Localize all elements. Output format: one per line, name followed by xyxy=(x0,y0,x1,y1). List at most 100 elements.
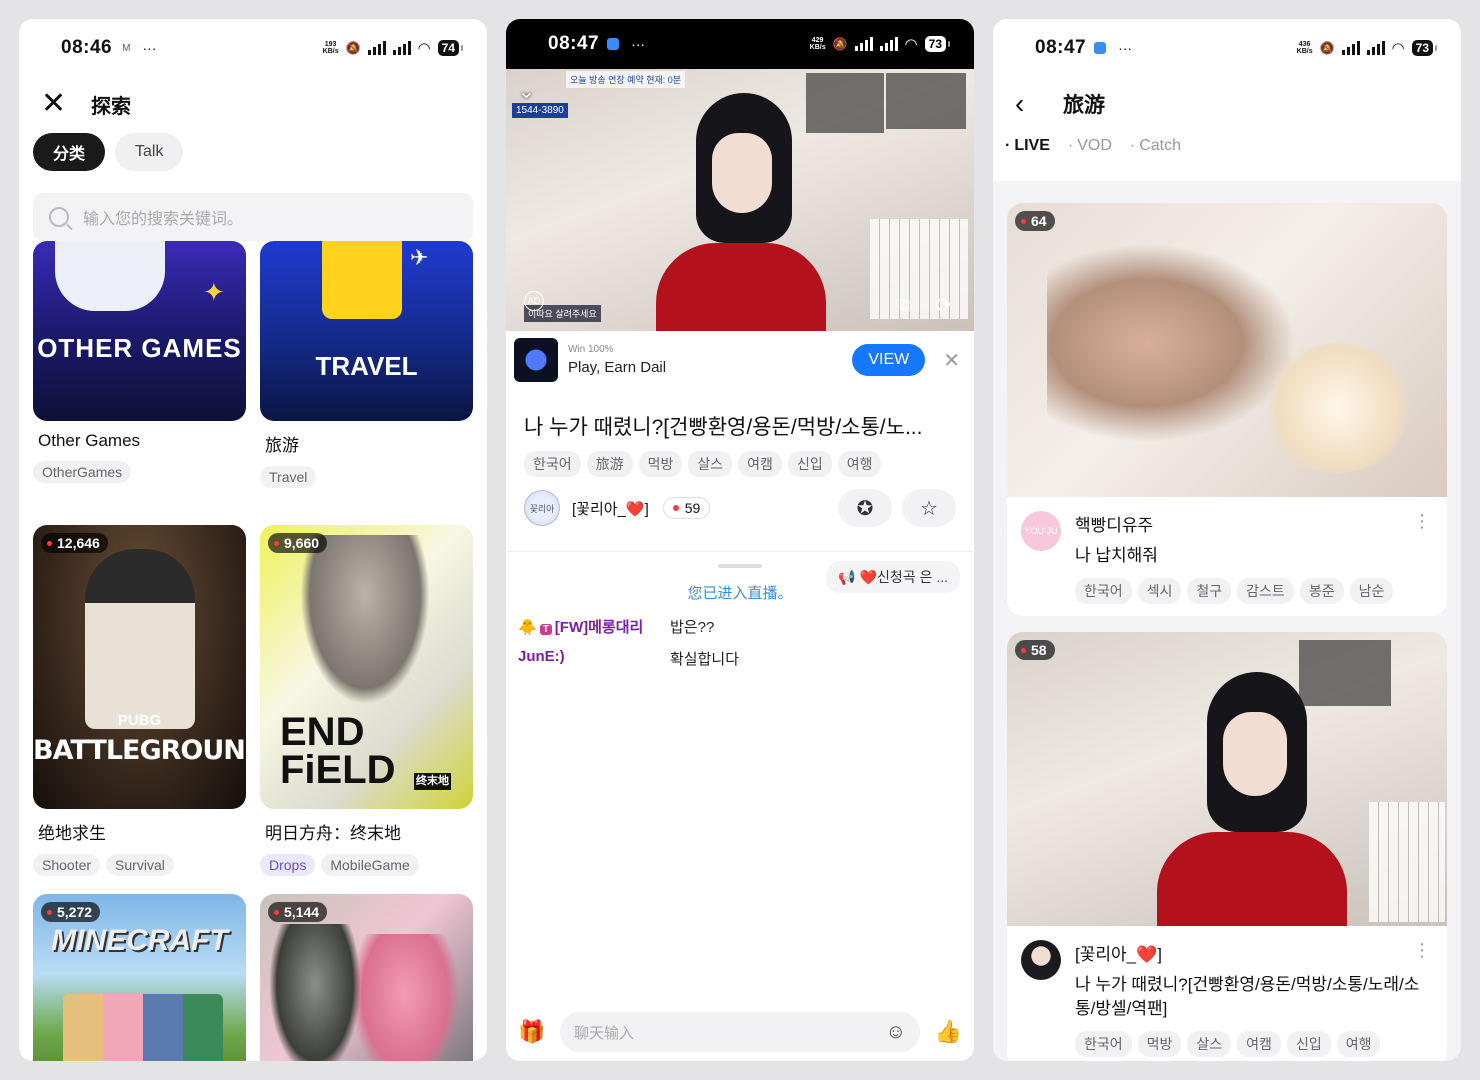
chevron-down-icon[interactable]: ⌄ xyxy=(518,79,535,104)
stream-tag[interactable]: 신입 xyxy=(1286,1031,1331,1057)
stream-card[interactable]: 64 YOU JU 핵빵디유주 나 납치해줘 한국어 섹시 철구 감스트 봉준 … xyxy=(1007,203,1447,616)
character-figure xyxy=(350,934,460,1061)
drag-handle[interactable] xyxy=(718,564,762,568)
stream-tag[interactable]: 여캠 xyxy=(1237,1031,1281,1057)
stream-overlay-panel xyxy=(886,73,966,129)
chat-message: 🐥 T [FW]메롱대리 밥은?? xyxy=(518,616,962,637)
stream-tag[interactable]: 여행 xyxy=(1336,1031,1381,1057)
category-tag[interactable]: Shooter xyxy=(33,854,101,876)
stream-tag[interactable]: 살스 xyxy=(688,451,733,477)
category-card-minecraft[interactable]: 5,272 MINECRAFT xyxy=(33,894,246,1061)
streamer-name[interactable]: [꽃리아_❤️] xyxy=(572,498,649,519)
ad-small-text: Win 100% xyxy=(568,344,614,355)
category-tag[interactable]: Travel xyxy=(260,466,317,488)
stream-card[interactable]: 58 [꽃리아_❤️] 나 누가 때렸니?[건빵환영/용돈/먹방/소통/노래/소… xyxy=(1007,632,1447,1061)
close-icon[interactable]: ✕ xyxy=(41,89,71,119)
app-icon xyxy=(607,38,620,50)
search-input[interactable]: 输入您的搜索关键词。 xyxy=(33,193,473,241)
stream-tag[interactable]: 남순 xyxy=(1349,578,1394,604)
gift-icon[interactable]: 🎁 xyxy=(518,1019,550,1045)
favorite-button[interactable]: ☆ xyxy=(902,489,956,527)
ad-banner[interactable]: Win 100% Play, Earn Dail VIEW ✕ xyxy=(506,331,974,389)
category-card-pubg[interactable]: 12,646 PUBG BATTLEGROUNDS 绝地求生 Shooter S… xyxy=(33,525,246,876)
viewer-count-badge: 9,660 xyxy=(268,533,328,553)
category-card-anime-game[interactable]: 5,144 xyxy=(260,894,473,1061)
mute-icon: 🔕 xyxy=(1319,41,1335,55)
stream-tag[interactable]: 살스 xyxy=(1187,1031,1232,1057)
rotate-icon[interactable]: ⟳ xyxy=(935,293,952,318)
tab-vod[interactable]: VOD xyxy=(1068,137,1112,155)
mail-icon: M xyxy=(122,42,131,54)
streamer-name[interactable]: [꽃리아_❤️] xyxy=(1075,940,1433,965)
streamer-figure xyxy=(656,93,826,331)
cover-subtitle: PUBG xyxy=(117,712,162,729)
tab-live[interactable]: LIVE xyxy=(1005,137,1050,155)
avatar[interactable]: 꽃리아 xyxy=(524,490,560,526)
stream-tag[interactable]: 철구 xyxy=(1187,578,1232,604)
tab-catch[interactable]: Catch xyxy=(1130,137,1181,155)
stream-thumbnail: 64 xyxy=(1007,203,1447,497)
signal-icon-2 xyxy=(1366,41,1385,55)
close-icon[interactable]: ✕ xyxy=(943,348,960,373)
stream-tag[interactable]: 여캠 xyxy=(738,451,782,477)
donate-button[interactable]: ✪ xyxy=(838,489,892,527)
stream-tag[interactable]: 먹방 xyxy=(638,451,683,477)
tab-talk[interactable]: Talk xyxy=(115,133,184,171)
video-player[interactable]: ⌄ 오늘 방송 연장 예약 현재: 0분 1544-3890 이따요 살려주세요… xyxy=(506,69,974,331)
more-options-icon[interactable]: ⋮ xyxy=(1413,940,1431,961)
stream-tag[interactable]: 먹방 xyxy=(1137,1031,1182,1057)
more-icon: ··· xyxy=(1118,40,1133,56)
category-thumbnail: 5,272 MINECRAFT xyxy=(33,894,246,1061)
category-card-other-games[interactable]: ✦ OTHER GAMES Other Games OtherGames xyxy=(33,241,246,483)
ad-view-button[interactable]: VIEW xyxy=(852,344,926,376)
divider xyxy=(506,551,974,552)
cover-title: MINECRAFT xyxy=(51,924,228,957)
page-title: 旅游 xyxy=(1063,94,1105,117)
back-icon[interactable]: ‹ xyxy=(1015,88,1045,120)
stream-tag[interactable]: 한국어 xyxy=(1075,1031,1132,1057)
viewer-count-badge: 5,272 xyxy=(41,902,101,922)
chick-icon: 🐥 xyxy=(518,619,537,636)
stream-thumbnail: 58 xyxy=(1007,632,1447,926)
chat-user[interactable]: 🐥 T [FW]메롱대리 xyxy=(518,616,658,637)
phone-travel-category-screen: 08:47 ··· 436 KB/s 🔕 ◠ 73 ‹ 旅游 LIVE VOD … xyxy=(993,19,1461,1061)
emoji-icon[interactable]: ☺ xyxy=(886,1021,906,1044)
cover-title: TRAVEL xyxy=(315,351,418,381)
streamer-name[interactable]: 핵빵디유주 xyxy=(1075,511,1433,536)
pip-icon[interactable]: ⧉ xyxy=(899,295,912,316)
category-tag[interactable]: Survival xyxy=(106,854,174,876)
stream-tag[interactable]: 旅游 xyxy=(586,451,633,477)
network-speed: 193 KB/s xyxy=(322,41,339,55)
status-bar: 08:46 M ··· 193 KB/s 🔕 ◠ 74 xyxy=(19,19,487,77)
chat-user-name[interactable]: JunE:) xyxy=(518,648,658,669)
stream-tag[interactable]: 봉준 xyxy=(1299,578,1344,604)
gamepad-icon xyxy=(55,241,165,311)
category-thumbnail: 12,646 PUBG BATTLEGROUNDS xyxy=(33,525,246,809)
signal-icon-2 xyxy=(392,41,411,55)
stream-tag[interactable]: 여행 xyxy=(837,451,882,477)
category-tag[interactable]: MobileGame xyxy=(321,854,419,876)
battery-indicator: 73 xyxy=(924,36,951,52)
avatar[interactable]: YOU JU xyxy=(1021,511,1061,551)
tab-category[interactable]: 分类 xyxy=(33,133,106,171)
category-name: 明日方舟：终末地 xyxy=(265,824,401,843)
category-card-endfield[interactable]: 9,660 END FiELD 终末地 明日方舟：终末地 Drops Mobil… xyxy=(260,525,473,876)
stream-title: 나 누가 때렸니?[건빵환영/용돈/먹방/소통/노래/소통/방셀/역팬] xyxy=(1075,975,1420,1018)
chat-text: 밥은?? xyxy=(670,619,715,636)
page-title: 探索 xyxy=(91,95,131,118)
category-tag[interactable]: OtherGames xyxy=(33,461,132,483)
category-tag-drops[interactable]: Drops xyxy=(260,854,316,876)
stream-tag[interactable]: 한국어 xyxy=(1075,578,1132,604)
ad-badge: AD xyxy=(524,291,544,311)
stream-tag[interactable]: 감스트 xyxy=(1237,578,1294,604)
cover-subtitle: 终末地 xyxy=(414,773,451,790)
chat-input[interactable]: 聊天输入 ☺ xyxy=(560,1012,920,1052)
category-card-travel[interactable]: ✈ TRAVEL 旅游 Travel xyxy=(260,241,473,488)
avatar[interactable] xyxy=(1021,940,1061,980)
stream-tag[interactable]: 섹시 xyxy=(1137,578,1182,604)
search-placeholder: 输入您的搜索关键词。 xyxy=(83,211,244,228)
thumbs-up-icon[interactable]: 👍 xyxy=(930,1019,962,1045)
more-options-icon[interactable]: ⋮ xyxy=(1413,511,1431,532)
stream-tag[interactable]: 한국어 xyxy=(524,451,581,477)
stream-tag[interactable]: 신입 xyxy=(787,451,832,477)
